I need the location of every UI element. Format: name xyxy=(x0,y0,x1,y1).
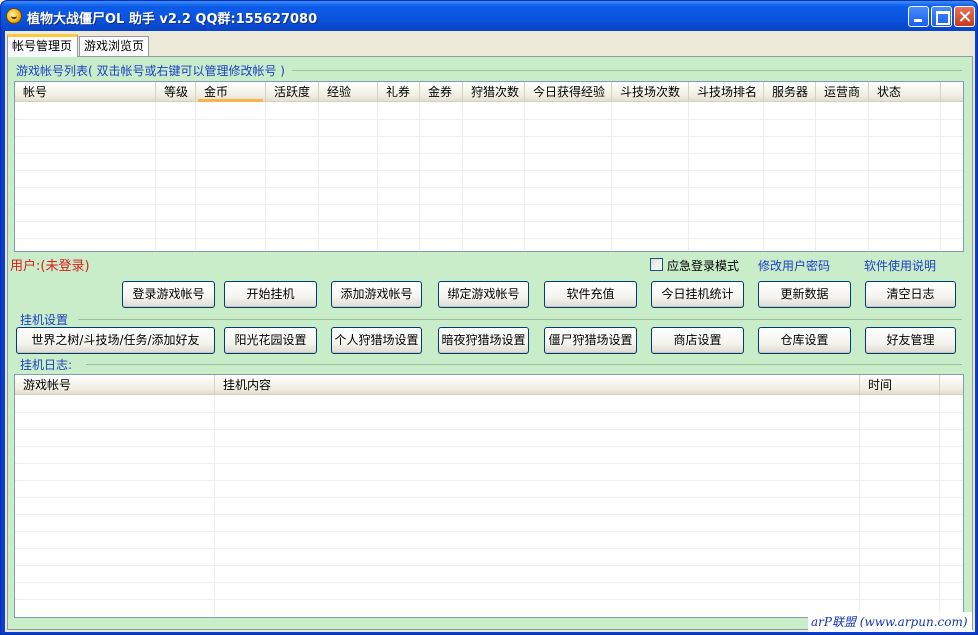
maximize-button[interactable] xyxy=(931,6,952,27)
today-stats-button[interactable]: 今日挂机统计 xyxy=(651,281,744,308)
grid-line xyxy=(15,153,963,154)
grid-line xyxy=(265,102,266,251)
tab-account-management[interactable]: 帐号管理页 xyxy=(7,34,78,57)
grid-line xyxy=(524,102,525,251)
account-list-label: 游戏帐号列表( 双击帐号或右键可以管理修改帐号 ) xyxy=(16,64,285,78)
account-column-header[interactable]: 狩猎次数 xyxy=(463,82,525,102)
sun-garden-settings-button[interactable]: 阳光花园设置 xyxy=(224,327,317,354)
update-data-button[interactable]: 更新数据 xyxy=(758,281,851,308)
grid-line xyxy=(15,599,963,600)
account-column-header[interactable]: 帐号 xyxy=(15,82,156,102)
emergency-login-checkbox[interactable] xyxy=(650,258,663,271)
grid-line xyxy=(15,119,963,120)
account-column-header[interactable]: 经验 xyxy=(319,82,378,102)
log-column-header[interactable]: 时间 xyxy=(860,375,940,395)
grid-line xyxy=(15,582,963,583)
account-column-header[interactable]: 服务器 xyxy=(764,82,816,102)
account-list-header: 帐号 等级 金币 活跃度 经验 礼券 金券 狩猎次数 今日获得经验 斗技场次数 斗技场排名 服务器 运营… xyxy=(15,82,963,102)
minimize-button[interactable] xyxy=(908,6,929,27)
personal-hunting-settings-button[interactable]: 个人狩猎场设置 xyxy=(331,327,422,354)
account-column-header[interactable]: 活跃度 xyxy=(266,82,319,102)
grid-line xyxy=(15,565,963,566)
account-column-header[interactable]: 金券 xyxy=(420,82,463,102)
app-window: 植物大战僵尸OL 助手 v2.2 QQ群:155627080 帐号管理页 游戏浏… xyxy=(0,0,978,635)
friend-management-button[interactable]: 好友管理 xyxy=(865,327,956,354)
recharge-button[interactable]: 软件充值 xyxy=(544,281,637,308)
window-title: 植物大战僵尸OL 助手 v2.2 QQ群:155627080 xyxy=(27,12,318,27)
account-column-header[interactable]: 金币 xyxy=(196,82,266,102)
grid-line xyxy=(15,548,963,549)
dark-hunting-settings-button[interactable]: 暗夜狩猎场设置 xyxy=(438,327,529,354)
grid-line xyxy=(195,102,196,251)
emergency-login-label[interactable]: 应急登录模式 xyxy=(667,257,739,274)
start-hangup-button[interactable]: 开始挂机 xyxy=(224,281,317,308)
grid-line xyxy=(377,102,378,251)
hangup-log-list[interactable]: 游戏帐号 挂机内容 时间 xyxy=(14,374,964,618)
grid-line xyxy=(15,531,963,532)
grid-line xyxy=(15,221,963,222)
grid-line xyxy=(15,412,963,413)
title-bar[interactable]: 植物大战僵尸OL 助手 v2.2 QQ群:155627080 xyxy=(1,1,977,31)
bind-account-button[interactable]: 绑定游戏帐号 xyxy=(438,281,529,308)
grid-line xyxy=(15,480,963,481)
close-button[interactable] xyxy=(954,6,975,27)
grid-line xyxy=(419,102,420,251)
log-column-header[interactable]: 游戏帐号 xyxy=(15,375,215,395)
zombie-hunting-settings-button[interactable]: 僵尸狩猎场设置 xyxy=(544,327,637,354)
grid-line xyxy=(15,446,963,447)
grid-line xyxy=(15,497,963,498)
shop-settings-button[interactable]: 商店设置 xyxy=(651,327,744,354)
account-management-page: 游戏帐号列表( 双击帐号或右键可以管理修改帐号 ) 帐号 等级 金币 活跃度 经验 礼券金… xyxy=(7,56,973,630)
tab-game-browser[interactable]: 游戏浏览页 xyxy=(79,36,149,56)
log-column-header[interactable]: 挂机内容 xyxy=(215,375,860,395)
grid-line xyxy=(815,102,816,251)
account-column-header[interactable]: 等级 xyxy=(156,82,196,102)
grid-line xyxy=(15,429,963,430)
group-divider xyxy=(292,70,962,71)
grid-line xyxy=(688,102,689,251)
grid-line xyxy=(15,514,963,515)
log-divider xyxy=(86,364,962,365)
account-column-header[interactable]: 礼券 xyxy=(378,82,420,102)
grid-line xyxy=(15,463,963,464)
clear-log-button[interactable]: 清空日志 xyxy=(865,281,956,308)
grid-line xyxy=(318,102,319,251)
account-column-header[interactable]: 斗技场次数 xyxy=(612,82,689,102)
grid-line xyxy=(15,187,963,188)
grid-line xyxy=(15,204,963,205)
warehouse-settings-button[interactable]: 仓库设置 xyxy=(758,327,851,354)
account-column-header[interactable]: 状态 xyxy=(869,82,941,102)
manual-link[interactable]: 软件使用说明 xyxy=(864,257,936,274)
add-account-button[interactable]: 添加游戏帐号 xyxy=(331,281,422,308)
grid-line xyxy=(155,102,156,251)
change-password-link[interactable]: 修改用户密码 xyxy=(758,257,830,274)
login-account-button[interactable]: 登录游戏帐号 xyxy=(122,281,215,308)
log-list-header: 游戏帐号 挂机内容 时间 xyxy=(15,375,963,395)
grid-line xyxy=(15,238,963,239)
settings-divider xyxy=(78,319,962,320)
grid-line xyxy=(15,136,963,137)
app-icon[interactable] xyxy=(6,8,22,24)
grid-line xyxy=(462,102,463,251)
watermark: arP联盟 (www.arpun.com) xyxy=(808,612,972,632)
account-column-header[interactable]: 运营商 xyxy=(816,82,869,102)
client-area: 帐号管理页 游戏浏览页 游戏帐号列表( 双击帐号或右键可以管理修改帐号 ) 帐号… xyxy=(5,31,975,632)
grid-line xyxy=(763,102,764,251)
settings-label: 挂机设置 xyxy=(20,313,69,327)
grid-line xyxy=(611,102,612,251)
log-label: 挂机日志: xyxy=(20,358,73,372)
grid-line xyxy=(15,170,963,171)
account-list[interactable]: 帐号 等级 金币 活跃度 经验 礼券 金券 狩猎次数 今日获得经验 斗技场次数 斗技场排名 服务器 运营… xyxy=(14,81,964,252)
grid-line xyxy=(868,102,869,251)
account-column-header[interactable]: 斗技场排名 xyxy=(689,82,764,102)
user-status: 用户:(未登录) xyxy=(10,259,90,274)
account-column-header[interactable]: 今日获得经验 xyxy=(525,82,612,102)
grid-line xyxy=(940,102,941,251)
world-tree-arena-button[interactable]: 世界之树/斗技场/任务/添加好友 xyxy=(16,327,215,354)
